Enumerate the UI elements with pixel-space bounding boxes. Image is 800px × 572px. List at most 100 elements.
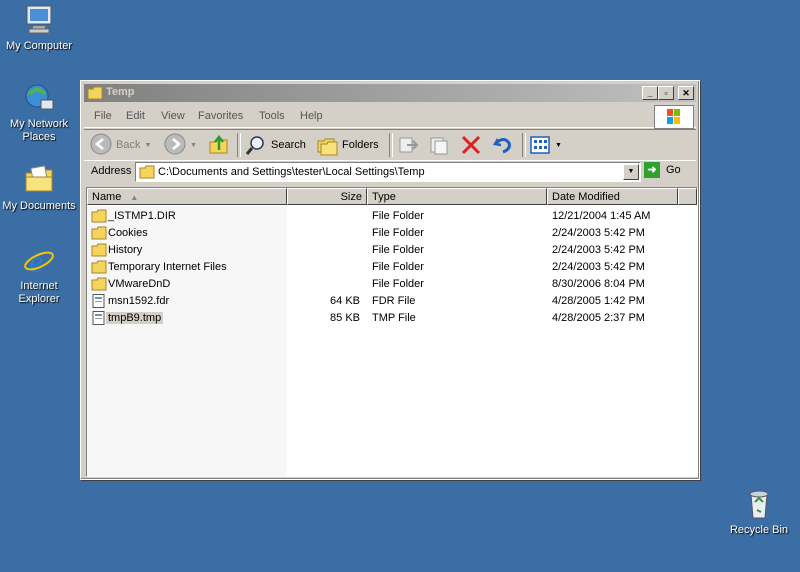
file-type: TMP File: [372, 312, 416, 324]
file-date: 2/24/2003 5:42 PM: [552, 244, 645, 256]
column-header-type[interactable]: Type: [367, 188, 547, 205]
file-row[interactable]: Temporary Internet Files File Folder 2/24/…: [87, 259, 697, 276]
views-button[interactable]: ▼: [529, 133, 562, 157]
folder-icon: [91, 243, 107, 257]
menu-edit[interactable]: Edit: [126, 110, 145, 122]
file-date: 2/24/2003 5:42 PM: [552, 227, 645, 239]
file-row[interactable]: VMwareDnD File Folder 8/30/2006 8:04 PM: [87, 276, 697, 293]
folders-icon: [317, 138, 338, 156]
folder-icon: [91, 226, 107, 240]
file-type: File Folder: [372, 227, 424, 239]
computer-icon: [23, 4, 55, 36]
folder-icon: [91, 277, 107, 291]
delete-icon: [461, 135, 481, 155]
folder-icon: [139, 165, 155, 179]
file-row[interactable]: Cookies File Folder 2/24/2003 5:42 PM: [87, 225, 697, 242]
file-row[interactable]: tmpB9.tmp 85 KB TMP File 4/28/2005 2:37 PM: [87, 310, 697, 327]
menu-bar: File Edit View Favorites Tools Help: [84, 105, 696, 129]
file-date: 12/21/2004 1:45 AM: [552, 210, 651, 222]
folder-icon: [87, 85, 103, 101]
address-value: C:\Documents and Settings\tester\Local S…: [158, 166, 425, 178]
column-header-name[interactable]: Name ▲: [87, 188, 287, 205]
forward-arrow-icon: [164, 133, 186, 158]
column-header-filler: [678, 188, 697, 205]
copy-to-button[interactable]: [428, 133, 450, 157]
back-label: Back: [116, 139, 141, 151]
file-type: File Folder: [372, 244, 424, 256]
file-date: 8/30/2006 8:04 PM: [552, 278, 645, 290]
file-size: 85 KB: [330, 312, 360, 324]
views-icon: [530, 136, 550, 154]
file-name: Temporary Internet Files: [108, 261, 227, 273]
forward-button[interactable]: ▼: [164, 133, 197, 157]
desktop-icon-label: My Documents: [2, 200, 76, 212]
file-date: 4/28/2005 1:42 PM: [552, 295, 645, 307]
desktop-icon-my-documents[interactable]: My Documents: [0, 164, 78, 213]
file-row[interactable]: History File Folder 2/24/2003 5:42 PM: [87, 242, 697, 259]
chevron-down-icon: ▼: [144, 141, 152, 149]
column-header-size[interactable]: Size: [287, 188, 367, 205]
delete-button[interactable]: [460, 133, 482, 157]
file-date: 4/28/2005 2:37 PM: [552, 312, 645, 324]
file-name: VMwareDnD: [108, 278, 171, 290]
menu-view[interactable]: View: [161, 110, 185, 122]
toolbar-separator: [237, 133, 241, 157]
search-label: Search: [271, 139, 306, 151]
desktop-icon-label: My Network Places: [9, 118, 69, 143]
svg-text:e: e: [29, 244, 43, 276]
back-arrow-icon: [90, 133, 112, 158]
maximize-button[interactable]: ▫: [658, 86, 674, 100]
file-type: File Folder: [372, 210, 424, 222]
chevron-down-icon: ▼: [555, 141, 562, 149]
desktop-icon-network-places[interactable]: My Network Places: [0, 82, 78, 144]
address-bar: Address C:\Documents and Settings\tester…: [84, 161, 696, 183]
address-input[interactable]: C:\Documents and Settings\tester\Local S…: [135, 162, 641, 182]
file-type: File Folder: [372, 278, 424, 290]
undo-button[interactable]: [492, 133, 514, 157]
toolbar-separator: [389, 133, 393, 157]
file-icon: [91, 294, 107, 308]
menu-tools[interactable]: Tools: [259, 110, 285, 122]
up-folder-button[interactable]: [208, 133, 230, 157]
desktop-icon-recycle-bin[interactable]: Recycle Bin: [720, 488, 798, 537]
desktop-icon-my-computer[interactable]: My Computer: [0, 4, 78, 53]
desktop-icon-label: My Computer: [5, 40, 73, 52]
menu-favorites[interactable]: Favorites: [198, 110, 243, 122]
copy-to-icon: [430, 137, 448, 155]
sort-ascending-icon: ▲: [130, 193, 139, 202]
go-arrow-icon: ➜: [644, 162, 660, 178]
desktop-icon-internet-explorer[interactable]: e Internet Explorer: [0, 243, 78, 306]
internet-explorer-icon: e: [23, 243, 55, 279]
go-button[interactable]: ➜ Go: [644, 162, 681, 178]
back-button[interactable]: Back ▼: [90, 133, 151, 157]
move-to-icon: [399, 137, 419, 153]
network-icon: [23, 82, 55, 114]
file-size: 64 KB: [330, 295, 360, 307]
search-button[interactable]: Search: [245, 133, 306, 157]
file-type: File Folder: [372, 261, 424, 273]
title-bar[interactable]: Temp _ ▫ ✕: [84, 84, 696, 102]
minimize-button[interactable]: _: [642, 86, 658, 100]
file-name: Cookies: [108, 227, 148, 239]
file-row[interactable]: _ISTMP1.DIR File Folder 12/21/2004 1:45 AM: [87, 208, 697, 225]
file-list: Name ▲ Size Type Date Modified _ISTMP1.D…: [86, 187, 698, 477]
file-row[interactable]: msn1592.fdr 64 KB FDR File 4/28/2005 1:42 P…: [87, 293, 697, 310]
file-name: History: [108, 244, 143, 256]
folder-icon: [91, 260, 107, 274]
documents-folder-icon: [23, 164, 55, 196]
address-label: Address: [91, 165, 132, 177]
address-dropdown-button[interactable]: ▼: [623, 164, 639, 180]
explorer-window: Temp _ ▫ ✕ File Edit View Favorites Tool…: [80, 80, 700, 480]
desktop-icon-label: Recycle Bin: [729, 524, 789, 536]
file-name: msn1592.fdr: [108, 295, 170, 307]
folders-button[interactable]: Folders: [316, 133, 379, 157]
menu-file[interactable]: File: [94, 110, 112, 122]
close-button[interactable]: ✕: [678, 86, 694, 100]
menu-help[interactable]: Help: [300, 110, 323, 122]
windows-logo-icon: [654, 105, 694, 129]
search-icon: [245, 136, 264, 155]
column-header-date[interactable]: Date Modified: [547, 188, 678, 205]
up-folder-icon: [209, 134, 228, 154]
move-to-button[interactable]: [397, 133, 419, 157]
file-icon: [91, 311, 107, 325]
